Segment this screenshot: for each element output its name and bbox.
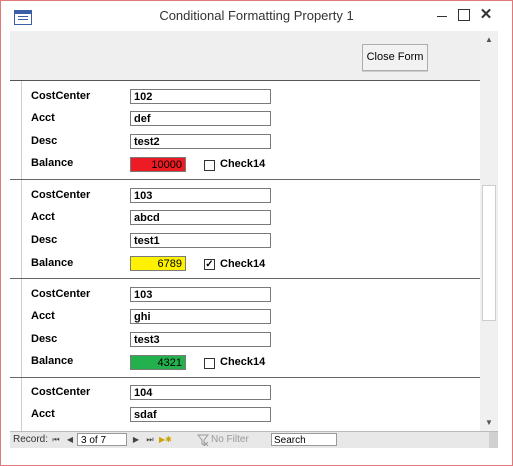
record-row: CostCenter 103 Acct ghi Desc test3 Balan… <box>10 279 480 378</box>
check14-label: Check14 <box>220 258 266 270</box>
acct-label: Acct <box>31 112 55 124</box>
balance-label: Balance <box>31 257 74 269</box>
record-selector[interactable] <box>10 279 22 377</box>
new-record-icon[interactable]: ▶✱ <box>159 432 172 448</box>
vertical-scrollbar[interactable]: ▲ ▼ <box>480 31 498 431</box>
acct-label: Acct <box>31 211 55 223</box>
check14-label: Check14 <box>220 356 266 368</box>
last-record-icon[interactable]: ⏭ <box>144 432 156 448</box>
costcenter-field[interactable]: 103 <box>130 287 271 302</box>
scroll-down-icon[interactable]: ▼ <box>480 414 498 431</box>
current-record-field[interactable]: 3 of 7 <box>77 433 127 446</box>
costcenter-label: CostCenter <box>31 386 91 398</box>
close-window-button[interactable]: ✕ <box>475 5 497 25</box>
desc-label: Desc <box>31 234 58 246</box>
title-bar: Conditional Formatting Property 1 ✕ <box>1 1 512 31</box>
scrollbar-corner <box>489 432 498 448</box>
costcenter-label: CostCenter <box>31 90 91 102</box>
scroll-up-icon[interactable]: ▲ <box>480 31 498 48</box>
desc-field[interactable]: test3 <box>130 332 271 347</box>
check14-checkbox[interactable]: ✓ <box>204 259 215 270</box>
costcenter-field[interactable]: 102 <box>130 89 271 104</box>
costcenter-field[interactable]: 104 <box>130 385 271 400</box>
form-window: Conditional Formatting Property 1 ✕ Clos… <box>0 0 513 466</box>
minimize-button[interactable] <box>431 5 453 25</box>
no-filter-label[interactable]: No Filter <box>211 432 249 448</box>
desc-label: Desc <box>31 333 58 345</box>
maximize-button[interactable] <box>453 5 475 25</box>
acct-label: Acct <box>31 408 55 420</box>
desc-label: Desc <box>31 135 58 147</box>
check14-label: Check14 <box>220 158 266 170</box>
search-input[interactable]: Search <box>271 433 337 446</box>
scroll-thumb[interactable] <box>482 185 496 321</box>
close-form-button[interactable]: Close Form <box>362 44 428 71</box>
record-selector[interactable] <box>10 378 22 431</box>
record-row: CostCenter 102 Acct def Desc test2 Balan… <box>10 81 480 180</box>
record-selector[interactable] <box>10 180 22 278</box>
acct-field[interactable]: ghi <box>130 309 271 324</box>
record-label: Record: <box>13 434 49 445</box>
first-record-icon[interactable]: ⏮ <box>50 432 62 448</box>
acct-field[interactable]: sdaf <box>130 407 271 422</box>
costcenter-label: CostCenter <box>31 288 91 300</box>
check14-checkbox[interactable] <box>204 358 215 369</box>
acct-label: Acct <box>31 310 55 322</box>
costcenter-label: CostCenter <box>31 189 91 201</box>
record-navigation-bar: Record: ⏮ ◀ 3 of 7 ▶ ⏭ ▶✱ No Filter Sear… <box>10 431 498 448</box>
balance-field[interactable]: 6789 <box>130 256 186 271</box>
balance-field[interactable]: 10000 <box>130 157 186 172</box>
balance-field[interactable]: 4321 <box>130 355 186 370</box>
record-selector[interactable] <box>10 81 22 179</box>
balance-label: Balance <box>31 157 74 169</box>
form-body: Close Form CostCenter 102 Acct def Desc … <box>10 31 498 431</box>
form-header: Close Form <box>10 31 480 81</box>
previous-record-icon[interactable]: ◀ <box>64 432 76 448</box>
desc-field[interactable]: test2 <box>130 134 271 149</box>
costcenter-field[interactable]: 103 <box>130 188 271 203</box>
next-record-icon[interactable]: ▶ <box>130 432 142 448</box>
acct-field[interactable]: def <box>130 111 271 126</box>
filter-icon[interactable] <box>197 434 209 446</box>
desc-field[interactable]: test1 <box>130 233 271 248</box>
record-row: CostCenter 103 Acct abcd Desc test1 Bala… <box>10 180 480 279</box>
balance-label: Balance <box>31 355 74 367</box>
acct-field[interactable]: abcd <box>130 210 271 225</box>
record-row: CostCenter 104 Acct sdaf <box>10 378 480 431</box>
check14-checkbox[interactable] <box>204 160 215 171</box>
